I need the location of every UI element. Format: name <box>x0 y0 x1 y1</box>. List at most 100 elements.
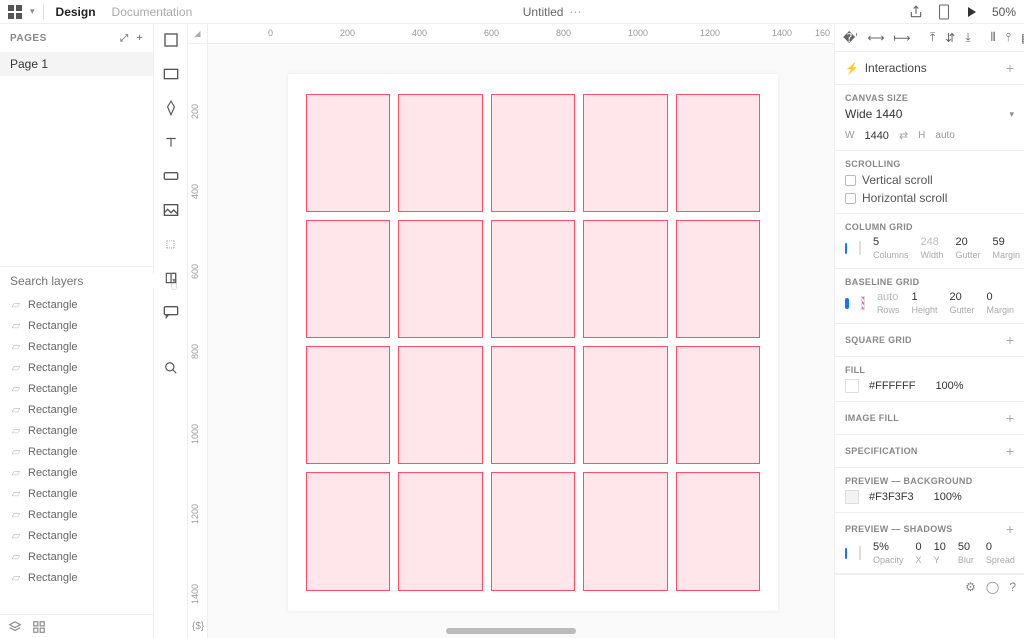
canvas-rectangle[interactable] <box>583 220 667 338</box>
layer-item[interactable]: ▱Rectangle <box>0 525 153 546</box>
tool-pen[interactable] <box>161 98 181 118</box>
footer-help-icon[interactable]: ? <box>1009 580 1016 594</box>
shadow-x-value[interactable]: 0 <box>916 541 922 553</box>
align-left-icon[interactable]: �ʼ <box>843 30 858 46</box>
layers-view-icon[interactable] <box>8 620 22 634</box>
zoom-value[interactable]: 50% <box>992 5 1016 19</box>
canvas-rectangle[interactable] <box>398 472 482 590</box>
distribute-v-icon[interactable]: ⫯ <box>1006 30 1011 46</box>
align-top-icon[interactable]: ⤒ <box>930 30 935 46</box>
device-icon[interactable] <box>936 4 952 20</box>
shadow-spread-value[interactable]: 0 <box>986 541 992 553</box>
canvas-rectangle[interactable] <box>306 472 390 590</box>
layer-item[interactable]: ▱Rectangle <box>0 462 153 483</box>
canvas-rectangle[interactable] <box>398 94 482 212</box>
height-value[interactable]: auto <box>935 130 954 141</box>
baseline-margin-value[interactable]: 0 <box>986 291 992 303</box>
tool-frame[interactable] <box>161 30 181 50</box>
vscroll-checkbox[interactable] <box>845 175 856 186</box>
colgrid-toggle[interactable] <box>845 243 847 254</box>
artboard[interactable] <box>288 74 778 611</box>
title-more-icon[interactable]: ⋯ <box>569 5 581 19</box>
canvas-rectangle[interactable] <box>583 346 667 464</box>
footer-accessibility-icon[interactable]: ◯ <box>986 580 999 594</box>
align-bottom-icon[interactable]: ⤓ <box>965 30 970 46</box>
canvas-rectangle[interactable] <box>398 220 482 338</box>
tool-component[interactable]: ⬚ <box>161 234 181 254</box>
canvas-rectangle[interactable] <box>306 346 390 464</box>
layer-item[interactable]: ▱Rectangle <box>0 483 153 504</box>
colgrid-gutter-value[interactable]: 20 <box>956 236 968 248</box>
layer-item[interactable]: ▱Rectangle <box>0 378 153 399</box>
layer-item[interactable]: ▱Rectangle <box>0 546 153 567</box>
fill-hex[interactable]: #FFFFFF <box>869 380 915 392</box>
add-square-grid-icon[interactable]: + <box>1006 332 1014 348</box>
shadow-toggle[interactable] <box>845 548 847 559</box>
tool-comment[interactable] <box>161 302 181 322</box>
canvas-rectangle[interactable] <box>398 346 482 464</box>
layer-item[interactable]: ▱Rectangle <box>0 441 153 462</box>
add-spec-icon[interactable]: + <box>1006 443 1014 459</box>
shadow-y-value[interactable]: 10 <box>934 541 946 553</box>
colgrid-color-swatch[interactable] <box>859 241 861 255</box>
layer-item[interactable]: ▱Rectangle <box>0 315 153 336</box>
distribute-h-icon[interactable]: ⫴ <box>991 30 996 46</box>
footer-settings-icon[interactable]: ⚙ <box>965 580 976 594</box>
layer-item[interactable]: ▱Rectangle <box>0 357 153 378</box>
canvas-rectangle[interactable] <box>676 472 760 590</box>
tool-image[interactable] <box>161 200 181 220</box>
baseline-color-swatch[interactable] <box>861 296 865 310</box>
layer-item[interactable]: ▱Rectangle <box>0 336 153 357</box>
canvas-preset-dropdown[interactable]: Wide 1440 ▾ <box>845 103 1014 125</box>
hscroll-checkbox[interactable] <box>845 193 856 204</box>
align-middle-icon[interactable]: ⇵ <box>945 30 955 46</box>
tool-icon[interactable] <box>161 268 181 288</box>
canvas-rectangle[interactable] <box>491 220 575 338</box>
document-title[interactable]: Untitled <box>523 5 564 19</box>
pages-expand-icon[interactable]: ⤢ <box>120 33 129 44</box>
interactions-label[interactable]: Interactions <box>865 61 927 75</box>
shadow-opacity-value[interactable]: 5% <box>873 541 889 553</box>
canvas-rectangle[interactable] <box>491 472 575 590</box>
play-icon[interactable] <box>964 4 980 20</box>
share-icon[interactable] <box>908 4 924 20</box>
tab-documentation[interactable]: Documentation <box>108 5 197 19</box>
preview-bg-swatch[interactable] <box>845 490 859 504</box>
baseline-gutter-value[interactable]: 20 <box>949 291 961 303</box>
swap-wh-icon[interactable]: ⇄ <box>899 129 908 142</box>
menu-grid-icon[interactable] <box>8 5 22 19</box>
canvas-rectangle[interactable] <box>491 94 575 212</box>
fill-swatch[interactable] <box>845 379 859 393</box>
colgrid-columns-value[interactable]: 5 <box>873 236 879 248</box>
tab-design[interactable]: Design <box>52 5 100 19</box>
canvas-rectangle[interactable] <box>676 220 760 338</box>
preview-bg-opacity[interactable]: 100% <box>934 491 962 503</box>
canvas-rectangle[interactable] <box>306 220 390 338</box>
layer-item[interactable]: ▱Rectangle <box>0 399 153 420</box>
add-page-icon[interactable]: + <box>137 33 143 44</box>
shadow-blur-value[interactable]: 50 <box>958 541 970 553</box>
colgrid-width-value[interactable]: 248 <box>921 236 939 248</box>
width-value[interactable]: 1440 <box>864 130 888 142</box>
canvas-rectangle[interactable] <box>583 94 667 212</box>
baseline-toggle[interactable] <box>845 298 849 309</box>
align-center-h-icon[interactable]: ⟷ <box>868 30 884 46</box>
canvas-rectangle[interactable] <box>583 472 667 590</box>
baseline-height-value[interactable]: 1 <box>911 291 917 303</box>
layer-item[interactable]: ▱Rectangle <box>0 504 153 525</box>
layer-item[interactable]: ▱Rectangle <box>0 420 153 441</box>
tool-search[interactable] <box>161 358 181 378</box>
tool-rectangle[interactable] <box>161 64 181 84</box>
tool-text[interactable] <box>161 132 181 152</box>
preview-bg-hex[interactable]: #F3F3F3 <box>869 491 914 503</box>
grid-view-icon[interactable] <box>32 620 46 634</box>
canvas-rectangle[interactable] <box>491 346 575 464</box>
canvas-rectangle[interactable] <box>306 94 390 212</box>
horizontal-scrollbar[interactable] <box>446 628 576 634</box>
shadow-color-swatch[interactable] <box>859 546 861 560</box>
fill-opacity[interactable]: 100% <box>935 380 963 392</box>
tool-button[interactable] <box>161 166 181 186</box>
chevron-down-icon[interactable]: ▾ <box>30 6 35 17</box>
baseline-rows-value[interactable]: auto <box>877 291 898 303</box>
canvas-rectangle[interactable] <box>676 94 760 212</box>
